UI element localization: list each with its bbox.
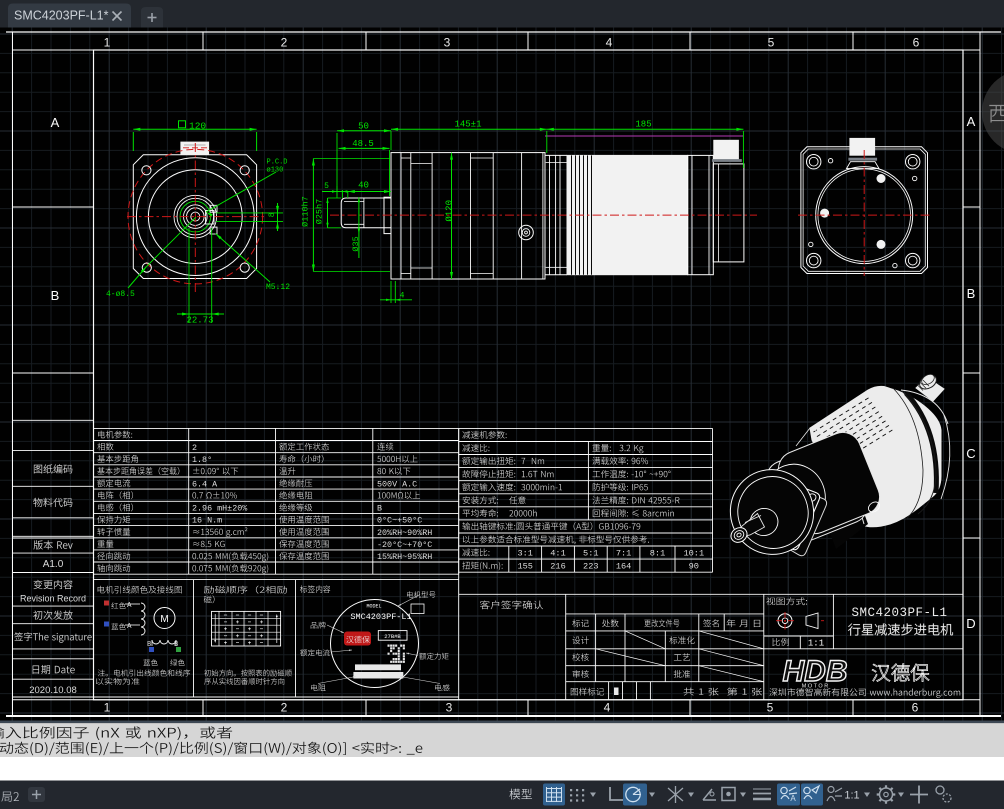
svg-text:40: 40 [358,181,369,191]
svg-text:22.73: 22.73 [186,316,213,326]
svg-text:2: 2 [192,443,197,453]
svg-text:185: 185 [635,119,651,129]
svg-text:6: 6 [912,701,919,715]
svg-text:500V A.C: 500V A.C [377,479,417,489]
svg-text:6.4 A: 6.4 A [192,479,218,489]
svg-text:3:1: 3:1 [517,549,532,559]
svg-text:90: 90 [689,562,699,572]
svg-text:4: 4 [400,292,405,301]
svg-text:50: 50 [358,122,369,132]
svg-text:B: B [377,504,382,514]
svg-text:6: 6 [913,36,920,50]
svg-text:SMC4203PF-L1: SMC4203PF-L1 [350,612,411,622]
svg-text:1:1: 1:1 [808,638,824,648]
svg-text:2020.10.08: 2020.10.08 [29,685,77,696]
svg-text:P.C.D: P.C.D [267,159,288,167]
svg-text:4: 4 [604,701,611,715]
svg-text:SMC4203PF-L1: SMC4203PF-L1 [851,606,947,620]
svg-text:10:1: 10:1 [683,549,704,559]
svg-text:8:1: 8:1 [650,549,665,559]
svg-text:B: B [967,286,976,301]
svg-text:5: 5 [324,182,329,191]
svg-text:145±1: 145±1 [454,119,481,129]
svg-text:MODEL: MODEL [366,604,381,610]
svg-text:5:1: 5:1 [583,549,598,559]
svg-text:1:1: 1:1 [844,790,859,802]
svg-text:M5↓12: M5↓12 [266,283,290,292]
svg-text:7:1: 7:1 [616,549,631,559]
svg-text:3: 3 [446,701,453,715]
svg-text:4: 4 [606,36,613,50]
svg-text:C: C [966,446,975,461]
svg-text:A: A [967,114,976,129]
svg-text:A: A [127,602,132,610]
svg-text:2.96 mH±20%: 2.96 mH±20% [192,504,248,514]
svg-text:2: 2 [281,36,288,50]
svg-text:0°C~+50°C: 0°C~+50°C [377,516,422,526]
svg-text:M: M [160,614,168,625]
svg-text:216: 216 [550,562,565,572]
svg-text:M O T O R: M O T O R [802,684,828,690]
svg-text:48.5: 48.5 [352,139,374,149]
svg-text:Ø120: Ø120 [445,200,455,222]
svg-text:4:1: 4:1 [550,549,565,559]
svg-text:B: B [51,288,60,303]
svg-text:ø130: ø130 [267,167,284,175]
svg-text:3: 3 [444,36,451,50]
svg-text:Ø110h7: Ø110h7 [301,196,311,227]
svg-text:2: 2 [281,701,288,715]
svg-text:5: 5 [768,36,775,50]
svg-text:15%RH~95%RH: 15%RH~95%RH [377,552,432,562]
svg-text:1: 1 [104,36,111,50]
svg-text:SMC4203PF-L1*: SMC4203PF-L1* [14,9,109,23]
svg-text:155: 155 [517,562,532,572]
svg-text:Ø25h7: Ø25h7 [315,199,325,225]
svg-text:5: 5 [767,701,774,715]
svg-text:223: 223 [583,562,598,572]
svg-text:D: D [966,616,975,631]
svg-text:1: 1 [104,701,111,715]
svg-text:A: A [127,623,132,631]
svg-text:164: 164 [616,562,631,572]
svg-text:1.8°: 1.8° [192,455,212,465]
svg-text:27B#B: 27B#B [384,633,401,640]
svg-text:20%RH~90%RH: 20%RH~90%RH [377,528,432,538]
svg-text:16 N.m: 16 N.m [192,516,222,526]
svg-text:8: 8 [268,212,277,217]
svg-text:4-ø8.5: 4-ø8.5 [106,290,135,299]
svg-text:A: A [51,115,60,130]
svg-text:A: A [790,794,796,803]
svg-text:120: 120 [189,121,206,132]
svg-text:-20°C~+70°C: -20°C~+70°C [377,540,432,550]
svg-text:A1.0: A1.0 [43,559,64,570]
svg-text:Revision Record: Revision Record [20,593,86,603]
